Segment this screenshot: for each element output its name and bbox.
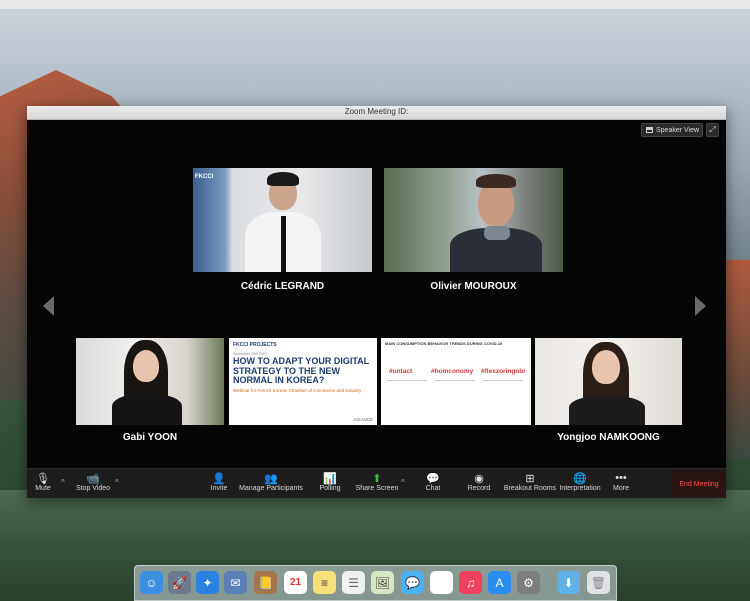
bar-chart-icon: 📊	[323, 472, 337, 485]
person-face	[592, 350, 620, 384]
speaker-view-label: Speaker View	[656, 126, 700, 134]
photos-preview-icon[interactable]: 🖼	[371, 571, 394, 594]
chat-label: Chat	[425, 485, 441, 492]
video-tile-yongjoo[interactable]	[535, 338, 682, 425]
chat-button[interactable]: 💬 Chat	[421, 471, 445, 498]
fullscreen-button[interactable]: ⤢	[706, 123, 719, 137]
downloads-icon[interactable]: ⬇	[557, 571, 580, 594]
slide-subtitle: Webinar for French Korean Chamber of Com…	[233, 388, 362, 393]
notes-icon[interactable]: ≡	[313, 571, 336, 594]
messages-icon[interactable]: 💬	[401, 571, 424, 594]
fullscreen-icon: ⤢	[709, 125, 716, 134]
share-options-caret-icon[interactable]: ^	[401, 478, 405, 487]
system-preferences-icon[interactable]: ⚙	[517, 571, 540, 594]
interpretation-label: Interpretation	[559, 485, 601, 492]
mute-label: Mute	[35, 485, 51, 492]
macos-dock: ☺ 🚀 ✦ ✉ 📒 21 ≡ ☰ 🖼 💬 ✿ ♫ A ⚙ ⬇ 🗑	[134, 565, 617, 601]
photos-icon[interactable]: ✿	[430, 571, 453, 594]
calendar-icon[interactable]: 21	[284, 571, 307, 594]
participant-name-olivier: Olivier MOUROUX	[430, 281, 517, 292]
speaker-view-icon	[646, 127, 653, 133]
participant-name-yongjoo: Yongjoo NAMKOONG	[557, 432, 660, 443]
polling-button[interactable]: 📊 Polling	[315, 471, 345, 498]
slide2-text-placeholder	[483, 380, 523, 390]
participant-name-cedric: Cédric LEGRAND	[240, 281, 325, 292]
video-tile-olivier[interactable]	[384, 168, 563, 272]
video-tile-gabi[interactable]	[76, 338, 224, 425]
app-store-icon[interactable]: A	[488, 571, 511, 594]
slide2-heading: MAIN CONSUMPTION BEHAVIOR TRENDS DURING …	[385, 341, 503, 346]
invite-button[interactable]: 👤 Invite	[205, 471, 233, 498]
slide-logo: FKCCI PROJECTS	[233, 342, 277, 348]
breakout-rooms-icon: ⊞	[525, 472, 535, 485]
participants-icon: 👥	[264, 472, 278, 485]
person-scarf	[484, 226, 510, 240]
launchpad-icon[interactable]: 🚀	[168, 571, 191, 594]
music-icon[interactable]: ♫	[459, 571, 482, 594]
record-icon: ◉	[474, 472, 484, 485]
person-tie	[281, 216, 286, 272]
slide-footer: ASIANCE	[353, 417, 373, 422]
breakout-rooms-label: Breakout Rooms	[503, 485, 557, 492]
audio-options-caret-icon[interactable]: ^	[61, 478, 65, 487]
calendar-day: 21	[289, 577, 302, 588]
slide2-text-placeholder	[435, 380, 475, 390]
next-page-arrow-icon[interactable]	[695, 296, 706, 316]
globe-icon: 🌐	[573, 472, 587, 485]
manage-participants-label: Manage Participants	[239, 485, 303, 492]
mute-button[interactable]: 🎙 Mute	[31, 471, 55, 498]
window-title: Zoom Meeting ID:	[344, 107, 409, 116]
participant-name-gabi: Gabi YOON	[122, 432, 178, 443]
polling-label: Polling	[319, 485, 341, 492]
person-face	[133, 350, 159, 382]
slide2-tag: #flexzoringobi	[481, 368, 526, 375]
add-person-icon: 👤	[212, 472, 226, 485]
share-screen-icon: ⬆	[372, 472, 382, 485]
slide2-tag: #homconomy	[431, 368, 474, 375]
breakout-rooms-button[interactable]: ⊞ Breakout Rooms	[503, 471, 557, 498]
person-top	[569, 396, 645, 425]
menu-bar	[0, 0, 750, 10]
end-meeting-button[interactable]: End Meeting	[672, 471, 726, 497]
person-hair	[476, 174, 516, 188]
video-camera-icon: 📹	[86, 472, 100, 485]
reminders-icon[interactable]: ☰	[342, 571, 365, 594]
video-tile-cedric[interactable]: FKCCI	[193, 168, 372, 272]
slide2-tag: #untact	[389, 368, 413, 375]
window-titlebar[interactable]: Zoom Meeting ID:	[27, 106, 726, 120]
contacts-icon[interactable]: 📒	[254, 571, 277, 594]
shared-slide-trends[interactable]: MAIN CONSUMPTION BEHAVIOR TRENDS DURING …	[381, 338, 531, 425]
shared-slide-title[interactable]: FKCCI PROJECTS September 28th 2020 HOW T…	[229, 338, 377, 425]
slide-heading: HOW TO ADAPT YOUR DIGITAL STRATEGY TO TH…	[233, 356, 370, 385]
record-button[interactable]: ◉ Record	[465, 471, 493, 498]
zoom-meeting-window: Zoom Meeting ID: Speaker View ⤢ FKCCI Cé…	[27, 106, 726, 498]
meeting-toolbar: 🎙 Mute ^ 📹 Stop Video ^ 👤 Invite 👥 Manag…	[27, 468, 726, 498]
manage-participants-button[interactable]: 👥 Manage Participants	[239, 471, 303, 498]
stop-video-button[interactable]: 📹 Stop Video	[73, 471, 113, 498]
person-top	[112, 394, 182, 425]
record-label: Record	[467, 485, 491, 492]
gallery-view: Speaker View ⤢ FKCCI Cédric LEGRAND Oliv…	[27, 120, 726, 468]
safari-icon[interactable]: ✦	[196, 571, 219, 594]
trash-icon[interactable]: 🗑	[587, 571, 610, 594]
more-dots-icon: •••	[615, 472, 627, 484]
microphone-icon: 🎙	[36, 472, 50, 485]
more-label: More	[613, 485, 629, 492]
person-hair	[267, 172, 299, 186]
interpretation-button[interactable]: 🌐 Interpretation	[559, 471, 601, 498]
finder-icon[interactable]: ☺	[140, 571, 163, 594]
previous-page-arrow-icon[interactable]	[43, 296, 54, 316]
speaker-view-button[interactable]: Speaker View	[641, 123, 703, 137]
banner-text: FKCCI	[195, 174, 214, 180]
video-options-caret-icon[interactable]: ^	[115, 478, 119, 487]
slide2-text-placeholder	[387, 380, 427, 390]
more-button[interactable]: ••• More	[609, 471, 633, 498]
mail-icon[interactable]: ✉	[224, 571, 247, 594]
share-screen-label: Share Screen	[355, 485, 399, 492]
stop-video-label: Stop Video	[75, 485, 111, 492]
share-screen-button[interactable]: ⬆ Share Screen	[353, 471, 401, 498]
chat-bubble-icon: 💬	[426, 472, 440, 485]
invite-label: Invite	[210, 485, 228, 492]
